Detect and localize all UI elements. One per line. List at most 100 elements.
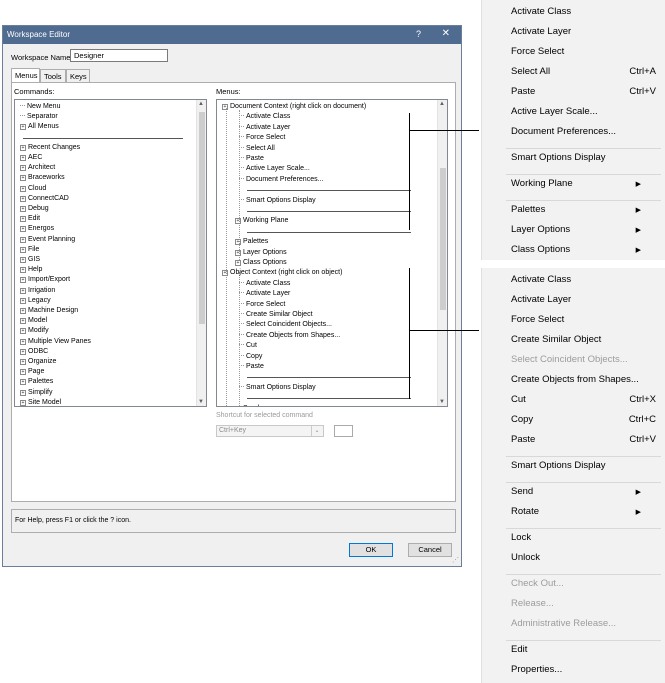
command-item-organize[interactable]: + Organize: [20, 358, 56, 366]
command-item-machine-design[interactable]: + Machine Design: [20, 307, 78, 315]
command-item-architect[interactable]: + Architect: [20, 164, 55, 172]
command-item-new-menu[interactable]: New Menu: [20, 103, 60, 111]
menu-item-active-layer-scale[interactable]: Active Layer Scale...: [482, 106, 665, 117]
expand-icon[interactable]: +: [20, 124, 26, 131]
cancel-button[interactable]: Cancel: [408, 543, 452, 557]
menu-tree-item-select-all[interactable]: Select All: [239, 145, 275, 153]
menu-item-smart-options-display[interactable]: Smart Options Display: [482, 152, 665, 163]
menu-tree-item-activate-layer[interactable]: Activate Layer: [239, 124, 290, 132]
menu-tree-item-paste[interactable]: Paste: [239, 155, 264, 163]
expand-icon[interactable]: +: [235, 405, 241, 406]
tab-keys[interactable]: Keys: [66, 69, 90, 82]
shortcut-key-field[interactable]: [334, 425, 353, 437]
command-item-event-planning[interactable]: + Event Planning: [20, 236, 75, 244]
expand-icon[interactable]: +: [20, 175, 26, 182]
expand-icon[interactable]: +: [20, 379, 26, 386]
menu-tree-item-activate-class[interactable]: Activate Class: [239, 280, 290, 288]
commands-scrollbar[interactable]: ▲ ▼: [196, 100, 206, 406]
scroll-up-icon[interactable]: ▲: [439, 101, 445, 107]
resize-grip-icon[interactable]: ⋰: [452, 556, 459, 564]
command-item-braceworks[interactable]: + Braceworks: [20, 174, 65, 182]
expand-icon[interactable]: +: [235, 239, 241, 246]
collapse-icon[interactable]: +: [222, 104, 228, 110]
command-item-site-model[interactable]: + Site Model: [20, 399, 61, 406]
tab-menus[interactable]: Menus: [11, 68, 40, 82]
menu-item-palettes[interactable]: Palettes ▶: [482, 204, 665, 215]
scroll-down-icon[interactable]: ▼: [198, 399, 204, 405]
expand-icon[interactable]: +: [20, 185, 26, 192]
expand-icon[interactable]: +: [20, 165, 26, 172]
command-item-modify[interactable]: + Modify: [20, 327, 49, 335]
menu-item-working-plane[interactable]: Working Plane ▶: [482, 178, 665, 189]
expand-icon[interactable]: +: [20, 277, 26, 284]
menu-tree-item-smart-options-display[interactable]: Smart Options Display: [239, 384, 316, 392]
command-item-page[interactable]: + Page: [20, 368, 44, 376]
menu-item-smart-options-display[interactable]: Smart Options Display: [482, 460, 665, 471]
command-item-odbc[interactable]: + ODBC: [20, 348, 48, 356]
menu-tree-item-select-coincident-objects[interactable]: Select Coincident Objects...: [239, 321, 332, 329]
collapse-icon[interactable]: +: [222, 270, 228, 277]
expand-icon[interactable]: +: [20, 297, 26, 304]
expand-icon[interactable]: +: [20, 216, 26, 223]
command-item-aec[interactable]: + AEC: [20, 154, 42, 162]
command-item-palettes[interactable]: + Palettes: [20, 378, 53, 386]
scroll-thumb[interactable]: [199, 112, 205, 324]
menu-tree-item-create-similar-object[interactable]: Create Similar Object: [239, 311, 313, 319]
expand-icon[interactable]: +: [20, 206, 26, 212]
menu-item-activate-class[interactable]: Activate Class: [482, 274, 665, 285]
menu-item-cut[interactable]: Cut Ctrl+X: [482, 394, 665, 405]
menu-item-rotate[interactable]: Rotate ▶: [482, 506, 665, 517]
expand-icon[interactable]: +: [20, 328, 26, 335]
menu-tree-item-copy[interactable]: Copy: [239, 353, 262, 361]
scroll-down-icon[interactable]: ▼: [439, 399, 445, 405]
menu-tree-item-force-select[interactable]: Force Select: [239, 301, 285, 309]
expand-icon[interactable]: +: [20, 318, 26, 325]
menu-tree-item-layer-options[interactable]: + Layer Options: [235, 249, 287, 257]
help-icon[interactable]: ?: [416, 29, 421, 39]
menu-item-lock[interactable]: Lock: [482, 532, 665, 543]
command-item-recent-changes[interactable]: + Recent Changes: [20, 144, 80, 152]
command-item-model[interactable]: + Model: [20, 317, 47, 325]
command-item-legacy[interactable]: + Legacy: [20, 297, 51, 305]
scroll-thumb[interactable]: [440, 168, 446, 310]
menu-tree-item-force-select[interactable]: Force Select: [239, 134, 285, 142]
menu-tree-item-working-plane[interactable]: + Working Plane: [235, 217, 288, 225]
menu-tree-item-object-context-right-click-on-object[interactable]: + Object Context (right click on object): [222, 269, 342, 277]
expand-icon[interactable]: +: [235, 260, 241, 266]
expand-icon[interactable]: +: [20, 267, 26, 274]
menu-item-create-objects-from-shapes[interactable]: Create Objects from Shapes...: [482, 374, 665, 385]
menu-tree-item-active-layer-scale[interactable]: Active Layer Scale...: [239, 165, 310, 173]
menu-tree-item-paste[interactable]: Paste: [239, 363, 264, 371]
command-item-multiple-view-panes[interactable]: + Multiple View Panes: [20, 338, 91, 346]
shortcut-select[interactable]: Ctrl+Key ⌄: [216, 425, 324, 437]
menus-scrollbar[interactable]: ▲ ▼: [437, 100, 447, 406]
expand-icon[interactable]: +: [20, 399, 26, 406]
commands-list[interactable]: ▲ ▼ New Menu Separator + All Menus + Recent C…: [14, 99, 207, 407]
close-icon[interactable]: ✕: [442, 28, 450, 39]
menu-item-create-similar-object[interactable]: Create Similar Object: [482, 334, 665, 345]
command-item-help[interactable]: + Help: [20, 266, 42, 274]
menu-item-activate-layer[interactable]: Activate Layer: [482, 294, 665, 305]
expand-icon[interactable]: +: [20, 155, 26, 161]
tab-tools[interactable]: Tools: [40, 69, 66, 82]
menu-item-edit[interactable]: Edit: [482, 644, 665, 655]
menu-item-activate-layer[interactable]: Activate Layer: [482, 26, 665, 37]
chevron-down-icon[interactable]: ⌄: [311, 426, 322, 436]
menu-item-layer-options[interactable]: Layer Options ▶: [482, 224, 665, 235]
expand-icon[interactable]: +: [20, 287, 26, 294]
menu-item-paste[interactable]: Paste Ctrl+V: [482, 434, 665, 445]
menu-tree-item-document-context-right-click-on-document[interactable]: + Document Context (right click on docume…: [222, 103, 366, 111]
menu-item-force-select[interactable]: Force Select: [482, 46, 665, 57]
command-item-debug[interactable]: + Debug: [20, 205, 49, 213]
menu-tree-item-activate-class[interactable]: Activate Class: [239, 113, 290, 121]
menu-tree-item-smart-options-display[interactable]: Smart Options Display: [239, 197, 316, 205]
command-item-irrigation[interactable]: + Irrigation: [20, 287, 55, 295]
expand-icon[interactable]: +: [20, 369, 26, 376]
ok-button[interactable]: OK: [349, 543, 393, 557]
command-item-all-menus[interactable]: + All Menus: [20, 123, 59, 131]
menu-tree-item-cut[interactable]: Cut: [239, 342, 257, 350]
menu-item-paste[interactable]: Paste Ctrl+V: [482, 86, 665, 97]
workspace-name-input[interactable]: Designer: [70, 49, 168, 62]
menu-item-select-all[interactable]: Select All Ctrl+A: [482, 66, 665, 77]
menu-item-document-preferences[interactable]: Document Preferences...: [482, 126, 665, 137]
